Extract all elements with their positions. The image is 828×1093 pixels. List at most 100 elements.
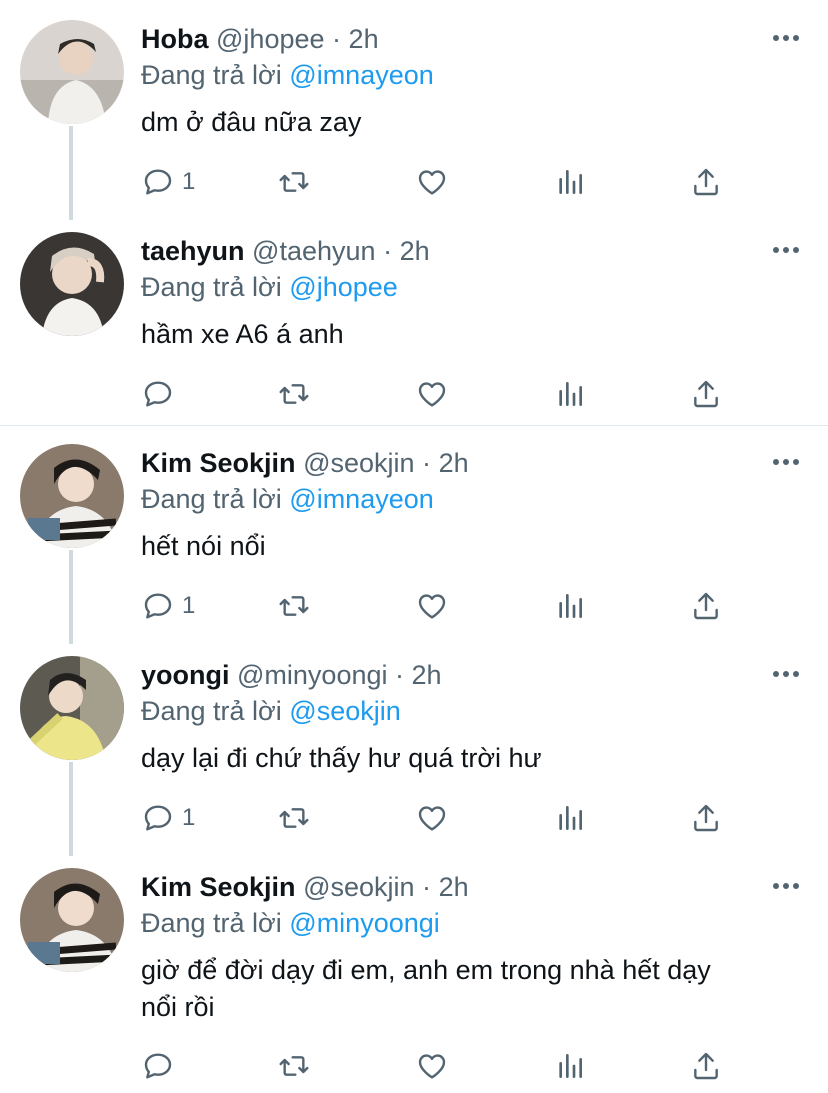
analytics-icon <box>559 1054 582 1078</box>
reply-count: 1 <box>182 592 196 619</box>
retweet-button[interactable] <box>278 586 310 626</box>
reply-icon <box>144 805 172 831</box>
more-icon[interactable] <box>772 872 800 900</box>
author-handle[interactable]: @minyoongi <box>237 660 387 690</box>
like-icon <box>418 382 446 407</box>
retweet-icon <box>279 1056 309 1076</box>
like-icon <box>418 594 446 619</box>
mention-link[interactable]: @minyoongi <box>289 908 439 938</box>
mention-link[interactable]: @jhopee <box>289 272 398 302</box>
avatar[interactable] <box>20 20 124 124</box>
reply-button[interactable] <box>142 1046 182 1086</box>
mention-link[interactable]: @imnayeon <box>289 484 433 514</box>
tweet-text: hết nói nổi <box>141 528 801 565</box>
action-bar: 1 <box>0 586 828 626</box>
author-name[interactable]: Kim Seokjin <box>141 872 296 902</box>
share-button[interactable] <box>690 162 722 202</box>
reply-icon <box>144 1053 172 1079</box>
author-name[interactable]: taehyun <box>141 236 245 266</box>
tweet[interactable]: Kim Seokjin @seokjin · 2h Đang trả lời @… <box>0 868 828 1093</box>
action-bar: 1 <box>0 798 828 838</box>
avatar[interactable] <box>20 656 124 760</box>
avatar[interactable] <box>20 232 124 336</box>
replying-to: Đang trả lời @imnayeon <box>141 480 434 518</box>
tweet[interactable]: yoongi @minyoongi · 2h Đang trả lời @seo… <box>0 656 828 846</box>
replying-to-label: Đang trả lời <box>141 272 282 302</box>
like-button[interactable] <box>416 798 448 838</box>
tweet-header: taehyun @taehyun · 2h <box>141 232 430 270</box>
analytics-button[interactable] <box>554 374 586 414</box>
author-handle[interactable]: @taehyun <box>252 236 376 266</box>
reply-button[interactable]: 1 <box>142 586 195 626</box>
reply-button[interactable]: 1 <box>142 162 195 202</box>
replying-to-label: Đang trả lời <box>141 908 282 938</box>
like-icon <box>418 170 446 195</box>
author-handle[interactable]: @seokjin <box>303 872 414 902</box>
tweet-text-line: giờ để đời dạy đi em, anh em trong nhà h… <box>141 955 711 985</box>
analytics-button[interactable] <box>554 798 586 838</box>
tweet-header: Hoba @jhopee · 2h <box>141 20 379 58</box>
tweet-text-line: dạy lại đi chứ thấy hư quá trời hư <box>141 743 542 773</box>
reply-button[interactable] <box>142 374 182 414</box>
reply-count: 1 <box>182 168 196 195</box>
author-handle[interactable]: @seokjin <box>303 448 414 478</box>
replying-to: Đang trả lời @seokjin <box>141 692 401 730</box>
replying-to: Đang trả lời @imnayeon <box>141 56 434 94</box>
analytics-button[interactable] <box>554 1046 586 1086</box>
tweet-header: Kim Seokjin @seokjin · 2h <box>141 444 469 482</box>
like-button[interactable] <box>416 586 448 626</box>
tweet-text-line: hầm xe A6 á anh <box>141 319 344 349</box>
separator-dot: · <box>395 660 405 690</box>
analytics-icon <box>559 806 582 830</box>
tweet-header: yoongi @minyoongi · 2h <box>141 656 442 694</box>
timestamp[interactable]: 2h <box>439 872 469 902</box>
replying-to-label: Đang trả lời <box>141 484 282 514</box>
share-button[interactable] <box>690 1046 722 1086</box>
tweet[interactable]: Hoba @jhopee · 2h Đang trả lời @imnayeon… <box>0 20 828 210</box>
retweet-button[interactable] <box>278 1046 310 1086</box>
retweet-icon <box>279 384 309 404</box>
share-icon <box>694 168 718 196</box>
like-button[interactable] <box>416 1046 448 1086</box>
timestamp[interactable]: 2h <box>349 24 379 54</box>
share-button[interactable] <box>690 586 722 626</box>
timestamp[interactable]: 2h <box>412 660 442 690</box>
tweet-text: dạy lại đi chứ thấy hư quá trời hư <box>141 740 801 777</box>
analytics-icon <box>559 594 582 618</box>
more-icon[interactable] <box>772 660 800 688</box>
like-button[interactable] <box>416 374 448 414</box>
tweet[interactable]: Kim Seokjin @seokjin · 2h Đang trả lời @… <box>0 444 828 634</box>
timestamp[interactable]: 2h <box>400 236 430 266</box>
tweet-text-line: dm ở đâu nữa zay <box>141 107 362 137</box>
mention-link[interactable]: @seokjin <box>289 696 400 726</box>
tweet-text: giờ để đời dạy đi em, anh em trong nhà h… <box>141 952 801 1026</box>
author-handle[interactable]: @jhopee <box>216 24 325 54</box>
timestamp[interactable]: 2h <box>439 448 469 478</box>
tweet[interactable]: taehyun @taehyun · 2h Đang trả lời @jhop… <box>0 232 828 422</box>
analytics-button[interactable] <box>554 586 586 626</box>
analytics-icon <box>559 382 582 406</box>
retweet-button[interactable] <box>278 162 310 202</box>
separator-dot: · <box>422 448 432 478</box>
share-button[interactable] <box>690 374 722 414</box>
more-icon[interactable] <box>772 448 800 476</box>
author-name[interactable]: Hoba <box>141 24 209 54</box>
more-icon[interactable] <box>772 236 800 264</box>
analytics-icon <box>559 170 582 194</box>
share-button[interactable] <box>690 798 722 838</box>
retweet-button[interactable] <box>278 374 310 414</box>
like-icon <box>418 1054 446 1079</box>
mention-link[interactable]: @imnayeon <box>289 60 433 90</box>
reply-icon <box>144 381 172 407</box>
author-name[interactable]: Kim Seokjin <box>141 448 296 478</box>
analytics-button[interactable] <box>554 162 586 202</box>
reply-button[interactable]: 1 <box>142 798 195 838</box>
share-icon <box>694 1052 718 1080</box>
conversation-divider <box>0 425 828 426</box>
like-button[interactable] <box>416 162 448 202</box>
more-icon[interactable] <box>772 24 800 52</box>
retweet-button[interactable] <box>278 798 310 838</box>
avatar[interactable] <box>20 444 124 548</box>
avatar[interactable] <box>20 868 124 972</box>
author-name[interactable]: yoongi <box>141 660 230 690</box>
